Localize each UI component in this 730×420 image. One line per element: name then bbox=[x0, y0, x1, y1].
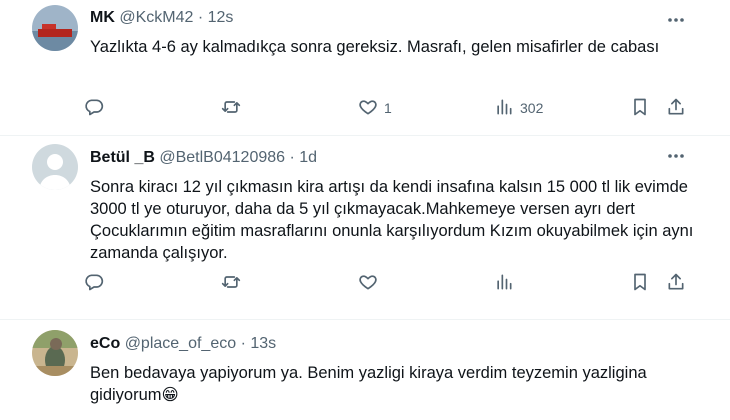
bookmark-button[interactable] bbox=[630, 272, 650, 294]
tweet-text: Yazlıkta 4-6 ay kalmadıkça sonra gereksi… bbox=[90, 38, 660, 56]
more-icon[interactable] bbox=[666, 11, 686, 29]
retweet-icon bbox=[221, 97, 241, 120]
like-icon bbox=[358, 272, 378, 295]
tweet-header: MK @KckM42 · 12s bbox=[90, 8, 233, 28]
bookmark-icon bbox=[630, 272, 650, 295]
more-icon[interactable] bbox=[666, 147, 686, 165]
retweet-button[interactable] bbox=[221, 272, 241, 294]
tweet[interactable]: eCo @place_of_eco · 13s Ben bedavaya yap… bbox=[0, 320, 730, 420]
author-name[interactable]: MK bbox=[90, 9, 115, 26]
reply-icon bbox=[84, 97, 104, 120]
views-button[interactable]: 302 bbox=[494, 97, 543, 119]
view-count: 302 bbox=[520, 100, 544, 116]
views-icon bbox=[494, 272, 514, 295]
share-button[interactable] bbox=[666, 97, 686, 119]
author-handle[interactable]: @BetlB04120986 bbox=[159, 149, 285, 166]
like-count: 1 bbox=[384, 100, 392, 116]
reply-button[interactable] bbox=[84, 97, 104, 119]
separator-dot: · bbox=[197, 9, 204, 26]
like-button[interactable] bbox=[358, 272, 378, 294]
views-icon bbox=[494, 97, 514, 120]
author-name[interactable]: eCo bbox=[90, 335, 120, 352]
like-button[interactable]: 1 bbox=[358, 97, 392, 119]
like-icon bbox=[358, 97, 378, 120]
avatar[interactable] bbox=[32, 144, 78, 190]
action-bar bbox=[84, 272, 700, 294]
tweet-text: Ben bedavaya yapiyorum ya. Benim yazligi… bbox=[90, 364, 647, 404]
author-handle[interactable]: @place_of_eco bbox=[125, 335, 236, 352]
separator-dot: · bbox=[289, 149, 295, 166]
avatar[interactable] bbox=[32, 5, 78, 51]
timestamp[interactable]: 1d bbox=[299, 149, 317, 166]
avatar[interactable] bbox=[32, 330, 78, 376]
retweet-icon bbox=[221, 272, 241, 295]
share-icon bbox=[666, 97, 686, 120]
bookmark-icon bbox=[630, 97, 650, 120]
tweet-header: eCo @place_of_eco · 13s bbox=[90, 334, 276, 354]
reply-icon bbox=[84, 272, 104, 295]
tweet-header: Betül _B @BetlB04120986 · 1d bbox=[90, 148, 317, 168]
views-button[interactable] bbox=[494, 272, 514, 294]
tweet[interactable]: Betül _B @BetlB04120986 · 1d Sonra kirac… bbox=[0, 136, 730, 320]
retweet-button[interactable] bbox=[221, 97, 241, 119]
reply-button[interactable] bbox=[84, 272, 104, 294]
timestamp[interactable]: 12s bbox=[208, 9, 234, 26]
bookmark-button[interactable] bbox=[630, 97, 650, 119]
author-handle[interactable]: @KckM42 bbox=[119, 9, 193, 26]
tweet-text: Sonra kiracı 12 yıl çıkmasın kira artışı… bbox=[90, 178, 694, 262]
share-button[interactable] bbox=[666, 272, 686, 294]
action-bar: 1 302 bbox=[84, 97, 700, 119]
author-name[interactable]: Betül _B bbox=[90, 149, 155, 166]
timestamp[interactable]: 13s bbox=[250, 335, 276, 352]
tweet[interactable]: MK @KckM42 · 12s Yazlıkta 4-6 ay kalmadı… bbox=[0, 0, 730, 136]
share-icon bbox=[666, 272, 686, 295]
separator-dot: · bbox=[240, 335, 246, 352]
